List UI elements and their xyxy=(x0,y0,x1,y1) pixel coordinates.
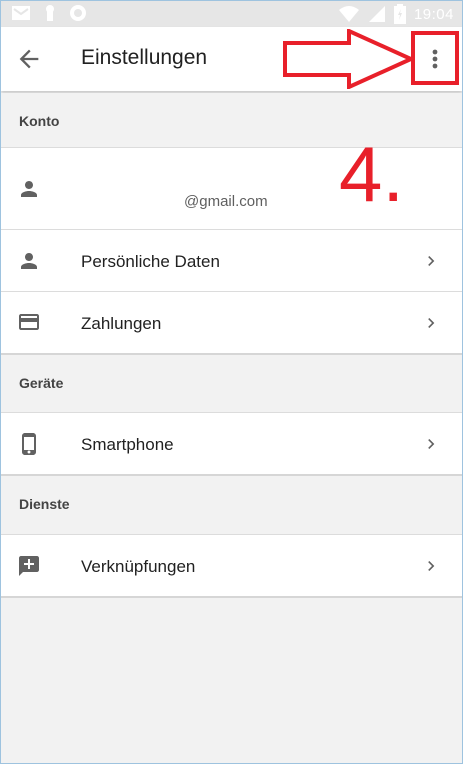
wifi-icon xyxy=(338,6,359,22)
status-bar: 19:04 xyxy=(1,1,462,27)
person-icon xyxy=(21,253,37,269)
page-title: Einstellungen xyxy=(81,46,208,69)
back-arrow-icon[interactable] xyxy=(15,45,43,73)
status-time: 19:04 xyxy=(413,5,454,23)
chevron-right-icon xyxy=(428,256,435,266)
app-window: 19:04 Einstellungen Konto @gmail.com Per… xyxy=(0,0,463,764)
list-item-label: Verknüpfungen xyxy=(81,557,196,576)
list-item-smartphone[interactable]: Smartphone xyxy=(1,413,462,475)
section-divider xyxy=(1,596,462,598)
chevron-right-icon xyxy=(428,318,435,328)
chevron-right-icon xyxy=(428,561,435,571)
person-icon xyxy=(21,181,37,197)
list-item-label: Smartphone xyxy=(81,435,174,454)
credit-card-icon xyxy=(19,314,39,330)
app-bar: Einstellungen xyxy=(1,27,462,91)
list-item-label: Zahlungen xyxy=(81,314,162,333)
more-vert-icon xyxy=(432,49,438,69)
list-item-zahlungen[interactable]: Zahlungen xyxy=(1,292,462,354)
gmail-notification-icon xyxy=(12,6,30,20)
chevron-right-icon xyxy=(428,439,435,449)
smartphone-icon xyxy=(22,433,36,455)
section-title: Geräte xyxy=(19,375,64,391)
keyhole-notification-icon xyxy=(46,5,54,21)
battery-icon xyxy=(393,4,406,24)
overflow-menu-button[interactable] xyxy=(411,31,459,85)
add-comment-icon xyxy=(19,556,39,576)
list-item-label: Persönliche Daten xyxy=(81,252,220,271)
account-email: @gmail.com xyxy=(184,193,268,210)
record-notification-icon xyxy=(70,5,86,21)
section-header-dienste: Dienste xyxy=(1,476,462,535)
annotation-arrow-icon xyxy=(283,29,415,89)
section-header-geraete: Geräte xyxy=(1,355,462,413)
signal-icon xyxy=(368,6,385,22)
list-item-persoenliche-daten[interactable]: Persönliche Daten xyxy=(1,230,462,292)
annotation-step-label: 4. xyxy=(339,130,405,218)
section-title: Konto xyxy=(19,113,60,129)
section-title: Dienste xyxy=(19,496,70,512)
list-item-verknuepfungen[interactable]: Verknüpfungen xyxy=(1,535,462,597)
